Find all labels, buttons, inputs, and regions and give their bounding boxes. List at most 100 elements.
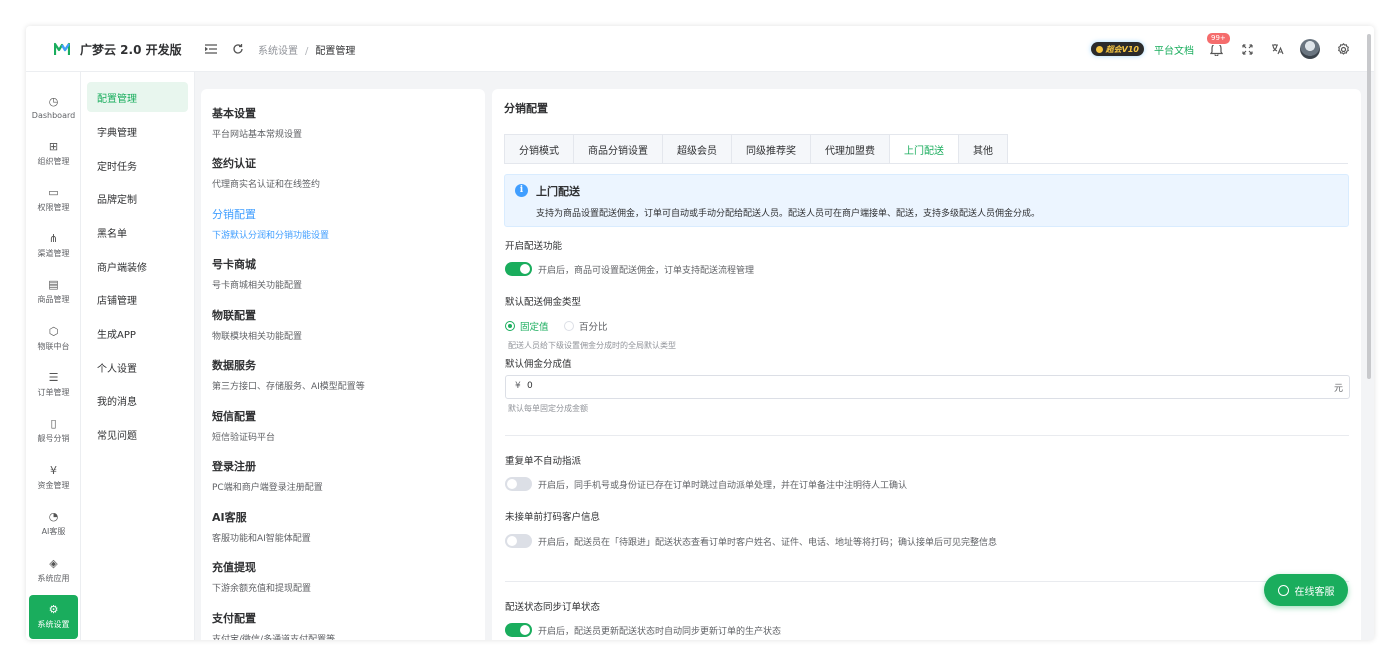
refresh-icon[interactable] [231,42,245,56]
submenu-item-merchant-decor[interactable]: 商户端装修 [87,251,188,281]
collapse-menu-icon[interactable] [204,42,218,56]
config-item-distribution[interactable]: 分销配置下游默认分润和分销功能设置 [212,206,477,241]
tab-other[interactable]: 其他 [958,134,1008,164]
tab-agent-fee[interactable]: 代理加盟费 [810,134,890,164]
rail-item-dashboard[interactable]: ◷ Dashboard [29,86,78,130]
config-item-data[interactable]: 数据服务 第三方接口、存储服务、AI模型配置等 [212,357,477,392]
submenu-item-messages[interactable]: 我的消息 [87,385,188,415]
enable-delivery-label: 开启配送功能 [505,241,563,252]
config-title: 登录注册 [212,460,256,473]
config-item-recharge[interactable]: 充值提现 下游余额充值和提现配置 [212,559,477,594]
submenu-item-faq[interactable]: 常见问题 [87,419,188,449]
rail-item-iot[interactable]: ⬡ 物联中台 [29,317,78,361]
radio-fixed[interactable]: 固定值 [505,319,549,333]
translate-icon[interactable] [1270,42,1284,56]
commission-value-hint: 默认每单固定分成金额 [508,404,588,413]
header-tools: 系统设置 / 配置管理 [204,26,355,72]
config-desc: 下游默认分润和分销功能设置 [212,231,330,241]
no-auto-dispatch-hint: 开启后，同手机号或身份证已存在订单时跳过自动派单处理，并在订单备注中注明待人工确… [538,481,908,491]
rail-item-finance[interactable]: ¥ 资金管理 [29,456,78,500]
online-service-button[interactable]: 在线客服 [1264,574,1348,606]
rail-label: AI客服 [41,527,66,536]
section-divider [505,581,1349,582]
section-divider [505,435,1349,436]
tab-super-member[interactable]: 超级会员 [662,134,732,164]
config-desc: 平台网站基本常规设置 [212,130,303,140]
config-desc: 号卡商城相关功能配置 [212,281,303,291]
rail-item-settings[interactable]: ⚙ 系统设置 [29,595,78,639]
breadcrumb-current: 配置管理 [315,45,356,57]
mask-customer-hint: 开启后，配送员在「待跟进」配送状态查看订单时客户姓名、证件、电话、地址等将打码；… [538,538,998,548]
rail-item-number[interactable]: ▯ 靓号分销 [29,409,78,453]
submenu-item-app[interactable]: 生成APP [87,318,188,348]
docs-link[interactable]: 平台文档 [1154,42,1194,57]
unit-suffix: 元 [1333,384,1343,394]
rail-item-permission[interactable]: ▭ 权限管理 [29,178,78,222]
config-item-login[interactable]: 登录注册 PC端和商户端登录注册配置 [212,458,477,493]
info-icon: i [515,184,528,197]
rail-label: 资金管理 [37,481,70,490]
vip-badge[interactable]: 超会V10 [1090,42,1144,56]
commission-value-input[interactable]: ¥ 0 元 [505,375,1350,399]
ai-icon: ◔ [48,510,59,523]
monitor-icon: ▭ [48,186,59,199]
sync-status-switch[interactable] [505,623,532,637]
sync-status-hint: 开启后，配送员更新配送状态时自动同步更新订单的生产状态 [538,627,782,637]
submenu-item-config[interactable]: 配置管理 [87,82,188,112]
brand-name: 广梦云 2.0 开发版 [80,42,182,57]
tab-home-delivery[interactable]: 上门配送 [889,134,959,164]
rail-item-channel[interactable]: ⋔ 渠道管理 [29,224,78,268]
notification-button[interactable]: 99+ [1206,32,1231,56]
tab-product-distribution[interactable]: 商品分销设置 [573,134,663,164]
tab-distribution-mode[interactable]: 分销模式 [504,134,574,164]
config-item-basic[interactable]: 基本设置 平台网站基本常规设置 [212,105,477,140]
submenu-item-dict[interactable]: 字典管理 [87,116,188,146]
config-item-sign[interactable]: 签约认证 代理商实名认证和在线签约 [212,155,477,190]
config-desc: PC端和商户端登录注册配置 [212,483,323,493]
mask-customer-switch[interactable] [505,534,532,548]
config-item-card-mall[interactable]: 号卡商城号卡商城相关功能配置 [212,256,477,291]
config-item-ai[interactable]: AI客服客服功能和AI智能体配置 [212,509,477,544]
settings-icon: ⚙ [48,603,59,616]
breadcrumb-item[interactable]: 系统设置 [258,46,298,57]
rail-label: 商品管理 [37,295,70,304]
rail-label: 订单管理 [37,388,70,397]
submenu-item-blacklist[interactable]: 黑名单 [87,217,188,247]
rail-item-apps[interactable]: ◈ 系统应用 [29,549,78,593]
tab-peer-referral[interactable]: 同级推荐奖 [731,134,811,164]
config-title: 号卡商城 [212,258,256,271]
fullscreen-icon[interactable] [1240,42,1254,56]
avatar[interactable] [1300,39,1320,59]
no-auto-dispatch-switch[interactable] [505,477,532,491]
config-desc: 客服功能和AI智能体配置 [212,534,311,544]
rail-item-org[interactable]: ⊞ 组织管理 [29,132,78,176]
config-list: 基本设置 平台网站基本常规设置 签约认证 代理商实名认证和在线签约 分销配置下游默认… [201,89,485,640]
rail-item-ai[interactable]: ◔ AI客服 [29,502,78,546]
page-scrollbar[interactable] [1365,26,1373,640]
header-right: 超会V10 平台文档 99+ [1090,26,1350,72]
config-title: 短信配置 [212,410,256,423]
config-title: 分销配置 [212,208,256,221]
radio-percent[interactable]: 百分比 [564,319,608,333]
submenu-item-store[interactable]: 店铺管理 [87,284,188,314]
commission-value: 0 [527,381,533,391]
submenu-item-cron[interactable]: 定时任务 [87,150,188,180]
config-title: AI客服 [212,511,247,524]
crown-icon [1095,45,1103,53]
alert-desc: 支持为商品设置配送佣金，订单可自动或手动分配给配送人员。配送人员可在商户端接单、… [536,209,1041,219]
config-item-sms[interactable]: 短信配置 短信验证码平台 [212,408,477,443]
submenu-item-brand[interactable]: 品牌定制 [87,183,188,213]
rail-item-order[interactable]: ☰ 订单管理 [29,363,78,407]
gear-icon[interactable] [1336,42,1350,56]
distribution-config-panel: 分销配置 分销模式 商品分销设置 超级会员 同级推荐奖 代理加盟费 上门配送 其… [492,89,1361,640]
submenu-item-profile[interactable]: 个人设置 [87,352,188,382]
logo-area[interactable]: 广梦云 2.0 开发版 [26,26,195,72]
scrollbar-thumb[interactable] [1367,34,1371,379]
commission-type-hint: 配送人员给下级设置佣金分成时的全局默认类型 [508,341,676,350]
config-desc: 代理商实名认证和在线签约 [212,180,321,190]
enable-delivery-hint: 开启后，商品可设置配送佣金，订单支持配送流程管理 [538,266,755,276]
config-item-iot[interactable]: 物联配置 物联模块相关功能配置 [212,307,477,342]
config-item-payment[interactable]: 支付配置 支付宝/微信/多通道支付配置等 [212,610,477,640]
enable-delivery-switch[interactable] [505,262,532,276]
rail-item-product[interactable]: ▤ 商品管理 [29,270,78,314]
